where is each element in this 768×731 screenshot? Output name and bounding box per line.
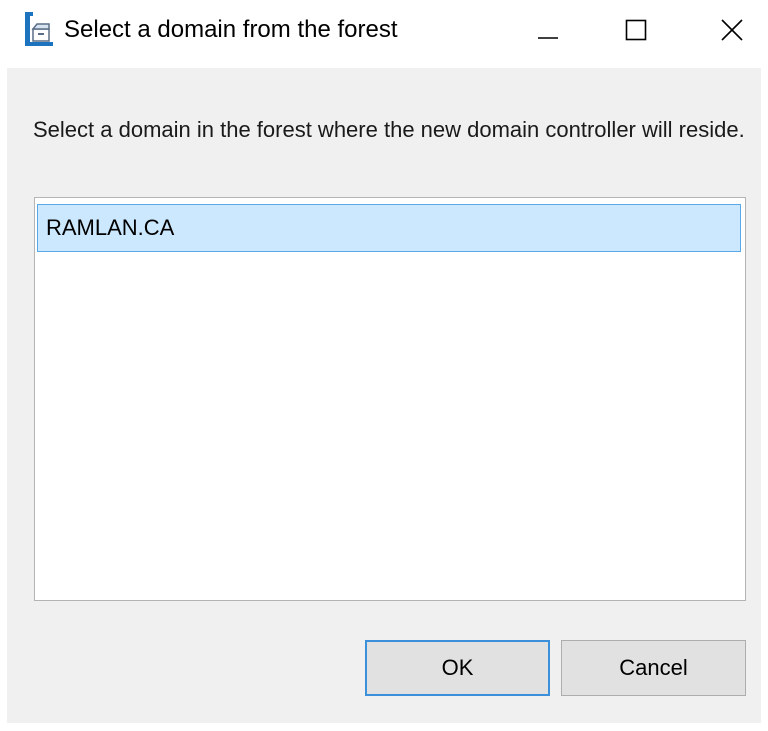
- ok-button[interactable]: OK: [365, 640, 550, 696]
- select-domain-dialog: Select a domain from the forest Select a…: [0, 0, 768, 731]
- minimize-icon: [538, 37, 558, 39]
- title-bar[interactable]: Select a domain from the forest: [0, 0, 768, 66]
- domain-app-icon: [24, 12, 54, 48]
- cancel-button[interactable]: Cancel: [561, 640, 746, 696]
- maximize-button[interactable]: [606, 8, 666, 52]
- window-title: Select a domain from the forest: [64, 16, 398, 43]
- minimize-button[interactable]: [518, 8, 578, 52]
- maximize-icon: [625, 19, 647, 41]
- domain-name: RAMLAN.CA: [46, 215, 175, 240]
- instruction-text: Select a domain in the forest where the …: [33, 117, 745, 142]
- domain-list-item[interactable]: RAMLAN.CA: [37, 204, 741, 252]
- domain-listbox[interactable]: RAMLAN.CA: [34, 197, 746, 601]
- close-button[interactable]: [702, 8, 762, 52]
- close-icon: [721, 19, 743, 41]
- dialog-body: Select a domain in the forest where the …: [7, 68, 761, 723]
